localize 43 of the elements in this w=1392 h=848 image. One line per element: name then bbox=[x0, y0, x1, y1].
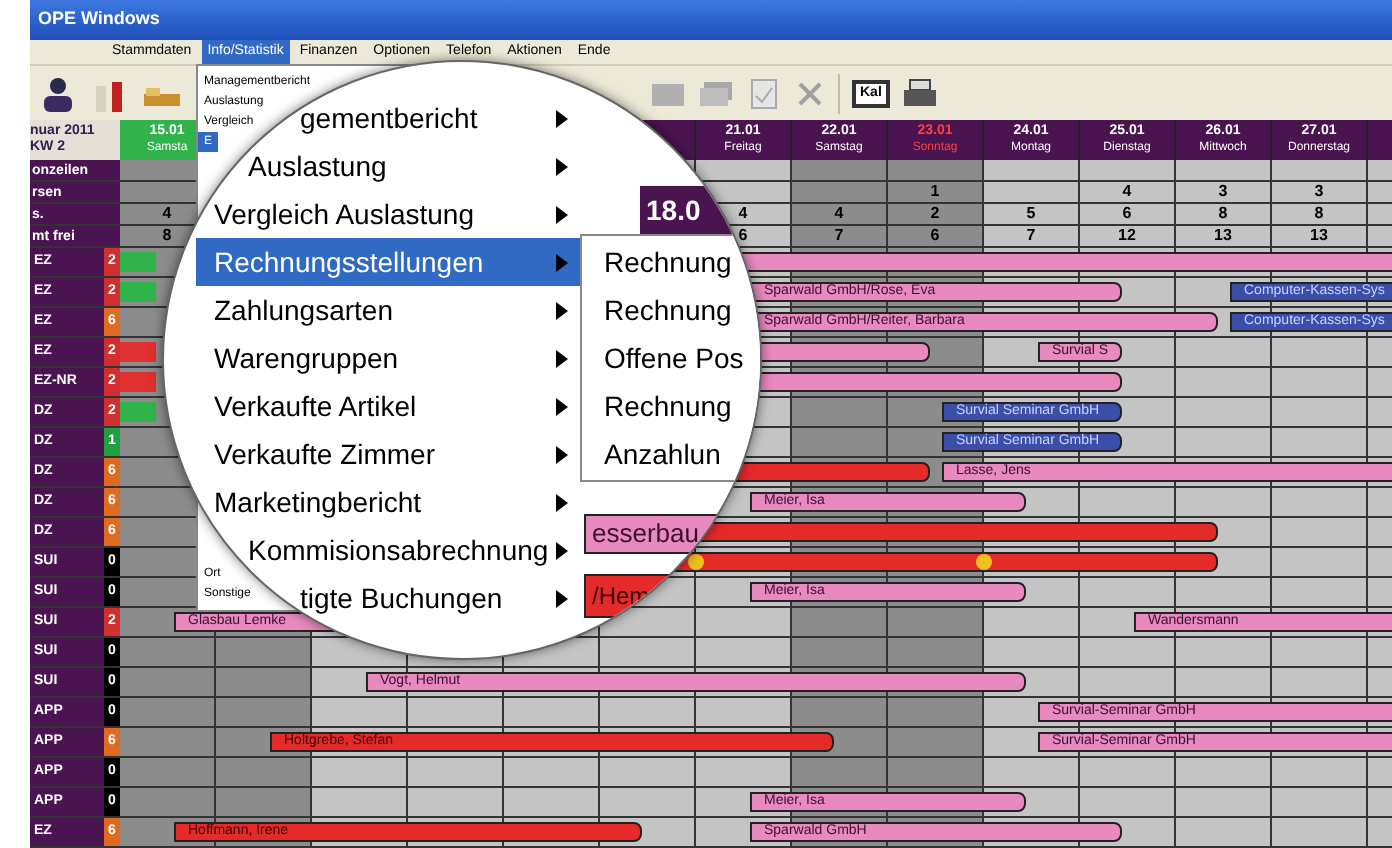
summary-cell: 4 bbox=[1080, 182, 1176, 202]
submenu-arrow-icon bbox=[556, 109, 568, 127]
submenu-arrow-icon bbox=[556, 589, 568, 607]
magnified-menu-item[interactable]: Auslastung bbox=[232, 142, 584, 190]
summary-cell: 7 bbox=[984, 226, 1080, 246]
summary-cell: 13 bbox=[1176, 226, 1272, 246]
magnified-menu-item[interactable]: Verkaufte Zimmer bbox=[196, 430, 584, 478]
summary-cell: 13 bbox=[1272, 226, 1368, 246]
submenu-arrow-icon bbox=[556, 397, 568, 415]
person-icon[interactable] bbox=[38, 73, 78, 113]
submenu-arrow-icon bbox=[556, 253, 568, 271]
summary-cell: 6 bbox=[1080, 204, 1176, 224]
summary-cell: 4 bbox=[792, 204, 888, 224]
summary-cell: 7 bbox=[792, 226, 888, 246]
submenu-arrow-icon bbox=[556, 301, 568, 319]
summary-cell: 5 bbox=[984, 204, 1080, 224]
summary-cell: 3 bbox=[1176, 182, 1272, 202]
magnified-menu-item[interactable]: gementbericht bbox=[288, 94, 584, 142]
window-title: OPE Windows bbox=[38, 6, 160, 33]
magnified-menu-item[interactable]: Warengruppen bbox=[196, 334, 584, 382]
magnified-menu-item[interactable]: Rechnungsstellungen bbox=[196, 238, 584, 286]
submenu-arrow-icon bbox=[556, 349, 568, 367]
submenu-arrow-icon bbox=[556, 157, 568, 175]
submenu-arrow-icon bbox=[556, 445, 568, 463]
magnified-menu-item[interactable]: Kommisionsabrechnung bbox=[232, 526, 584, 574]
summary-cell: 3 bbox=[1272, 182, 1368, 202]
summary-cell: 8 bbox=[1176, 204, 1272, 224]
submenu-item[interactable]: Anzahlun bbox=[582, 430, 760, 478]
submenu-arrow-icon bbox=[556, 541, 568, 559]
printer-icon[interactable] bbox=[901, 77, 938, 109]
summary-cell: 1 bbox=[888, 182, 984, 202]
summary-cell: 6 bbox=[888, 226, 984, 246]
summary-cell: 12 bbox=[1080, 226, 1176, 246]
submenu-item[interactable]: Rechnung bbox=[582, 382, 760, 430]
submenu-item[interactable]: Offene Pos bbox=[582, 334, 760, 382]
summary-cell: 8 bbox=[1272, 204, 1368, 224]
submenu-arrow-icon bbox=[556, 205, 568, 223]
magnified-menu-item[interactable]: Verkaufte Artikel bbox=[196, 382, 584, 430]
summary-cell: 2 bbox=[888, 204, 984, 224]
magnified-menu-item[interactable]: tigte Buchungen bbox=[288, 574, 584, 622]
magnified-menu-item[interactable]: Marketingbericht bbox=[196, 478, 584, 526]
submenu-arrow-icon bbox=[556, 493, 568, 511]
magnified-menu-item[interactable]: Zahlungsarten bbox=[196, 286, 584, 334]
